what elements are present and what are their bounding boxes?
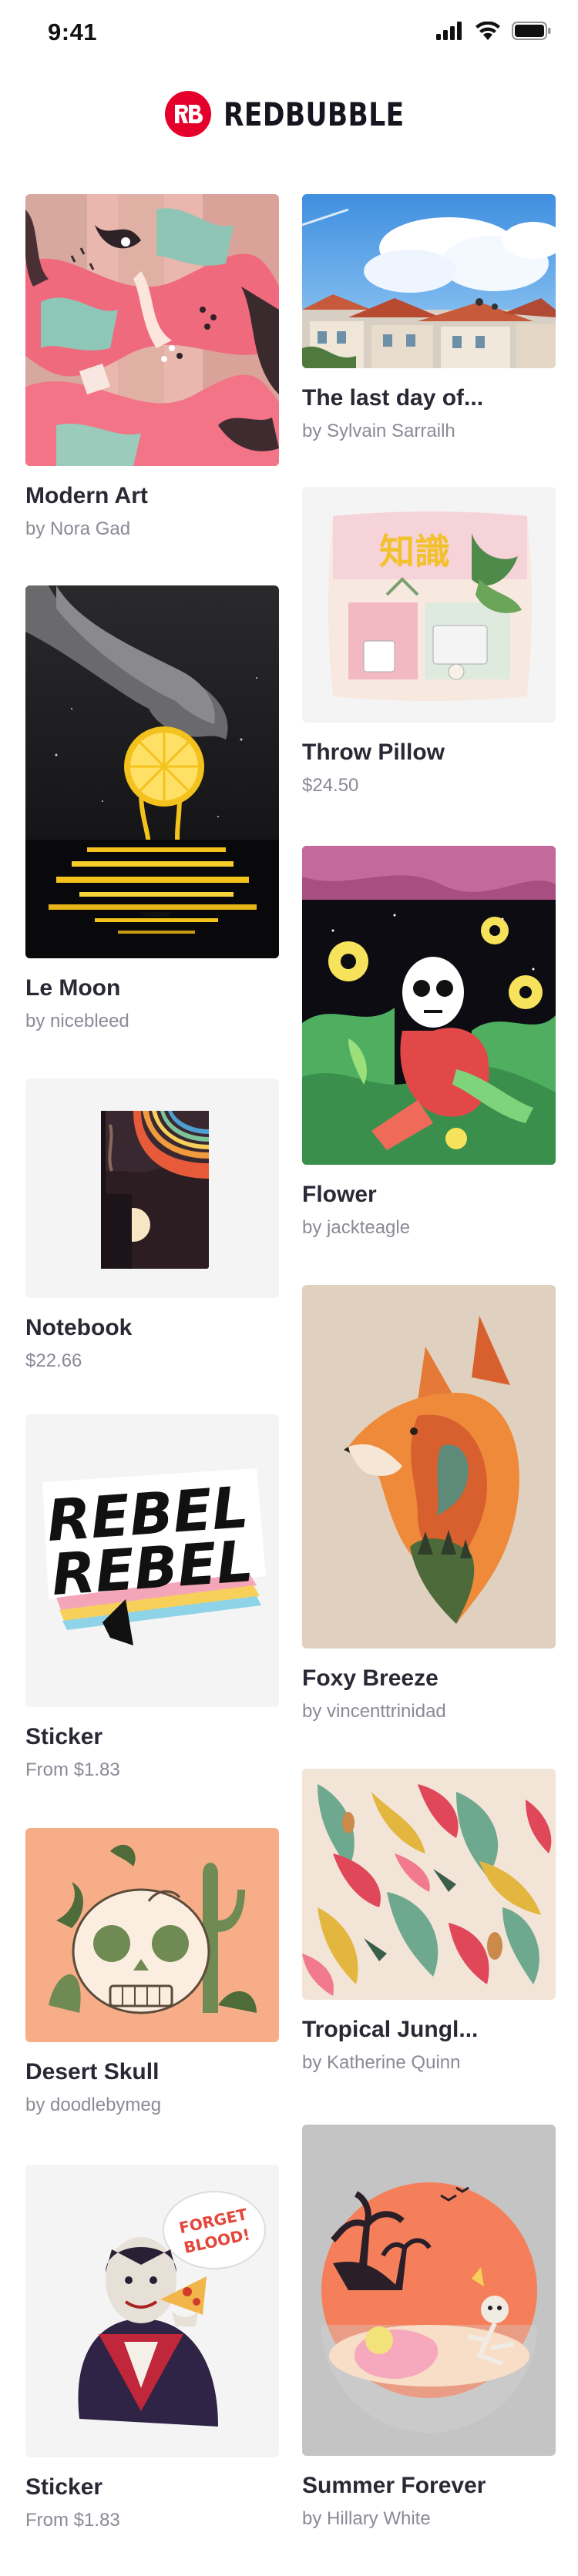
product-image[interactable]: FORGET BLOOD! bbox=[25, 2165, 279, 2457]
product-card[interactable]: Tropical Jungl... by Katherine Quinn bbox=[302, 1769, 556, 2074]
wifi-icon bbox=[476, 22, 500, 40]
product-image[interactable] bbox=[25, 585, 279, 958]
product-artist[interactable]: by jackteagle bbox=[302, 1217, 556, 1239]
status-icons bbox=[436, 22, 552, 40]
product-artist[interactable]: by nicebleed bbox=[25, 1011, 279, 1032]
product-price[interactable]: $22.66 bbox=[25, 1350, 279, 1372]
product-price[interactable]: $24.50 bbox=[302, 775, 556, 797]
redbubble-logo-icon bbox=[165, 91, 211, 137]
product-image[interactable] bbox=[25, 1078, 279, 1298]
product-card[interactable]: REBEL REBEL Sticker From $1.83 bbox=[25, 1414, 279, 1781]
status-time: 9:41 bbox=[48, 18, 98, 45]
product-artist[interactable]: by doodlebymeg bbox=[25, 2095, 279, 2116]
product-image[interactable] bbox=[302, 1769, 556, 2000]
sticker-text-line2: REBEL bbox=[49, 1528, 255, 1608]
product-title[interactable]: Desert Skull bbox=[25, 2059, 279, 2085]
product-card[interactable]: FORGET BLOOD! Sticker From $1.83 bbox=[25, 2165, 279, 2531]
product-price[interactable]: From $1.83 bbox=[25, 2510, 279, 2531]
product-title[interactable]: Notebook bbox=[25, 1315, 279, 1341]
product-image[interactable] bbox=[25, 194, 279, 466]
product-title[interactable]: Flower bbox=[302, 1182, 556, 1208]
product-card[interactable]: Desert Skull by doodlebymeg bbox=[25, 1828, 279, 2116]
product-card[interactable]: Foxy Breeze by vincenttrinidad bbox=[302, 1285, 556, 1722]
product-title[interactable]: Foxy Breeze bbox=[302, 1665, 556, 1692]
cellular-signal-icon bbox=[436, 22, 462, 40]
product-card[interactable]: Le Moon by nicebleed bbox=[25, 585, 279, 1032]
brand-header[interactable]: REDBUBBLE bbox=[0, 86, 578, 142]
product-card[interactable]: The last day of... by Sylvain Sarrailh bbox=[302, 194, 556, 442]
product-card[interactable]: Notebook $22.66 bbox=[25, 1078, 279, 1372]
product-artist[interactable]: by Nora Gad bbox=[25, 518, 279, 540]
product-title[interactable]: Summer Forever bbox=[302, 2473, 556, 2499]
product-card[interactable]: 知識 Throw Pillow $24.50 bbox=[302, 487, 556, 797]
product-card[interactable]: Summer Forever by Hillary White bbox=[302, 2125, 556, 2530]
product-image[interactable] bbox=[302, 2125, 556, 2456]
product-image[interactable] bbox=[302, 846, 556, 1165]
product-title[interactable]: Sticker bbox=[25, 1724, 279, 1750]
product-title[interactable]: Le Moon bbox=[25, 975, 279, 1001]
product-title[interactable]: Modern Art bbox=[25, 483, 279, 509]
product-title[interactable]: The last day of... bbox=[302, 385, 556, 411]
product-title[interactable]: Tropical Jungl... bbox=[302, 2017, 556, 2043]
product-image[interactable]: 知識 bbox=[302, 487, 556, 723]
product-image[interactable]: REBEL REBEL bbox=[25, 1414, 279, 1707]
product-price[interactable]: From $1.83 bbox=[25, 1759, 279, 1781]
product-image[interactable] bbox=[25, 1828, 279, 2042]
product-image[interactable] bbox=[302, 1285, 556, 1649]
battery-icon bbox=[512, 22, 551, 40]
product-card[interactable]: Modern Art by Nora Gad bbox=[25, 194, 279, 540]
brand-name: REDBUBBLE bbox=[223, 95, 405, 133]
product-artist[interactable]: by vincenttrinidad bbox=[302, 1701, 556, 1722]
status-bar: 9:41 bbox=[0, 0, 578, 68]
pillow-text: 知識 bbox=[379, 531, 450, 572]
product-card[interactable]: Flower by jackteagle bbox=[302, 846, 556, 1239]
product-title[interactable]: Throw Pillow bbox=[302, 740, 556, 766]
product-title[interactable]: Sticker bbox=[25, 2474, 279, 2501]
product-artist[interactable]: by Sylvain Sarrailh bbox=[302, 421, 556, 442]
product-image[interactable] bbox=[302, 194, 556, 368]
product-artist[interactable]: by Hillary White bbox=[302, 2508, 556, 2530]
product-artist[interactable]: by Katherine Quinn bbox=[302, 2052, 556, 2074]
